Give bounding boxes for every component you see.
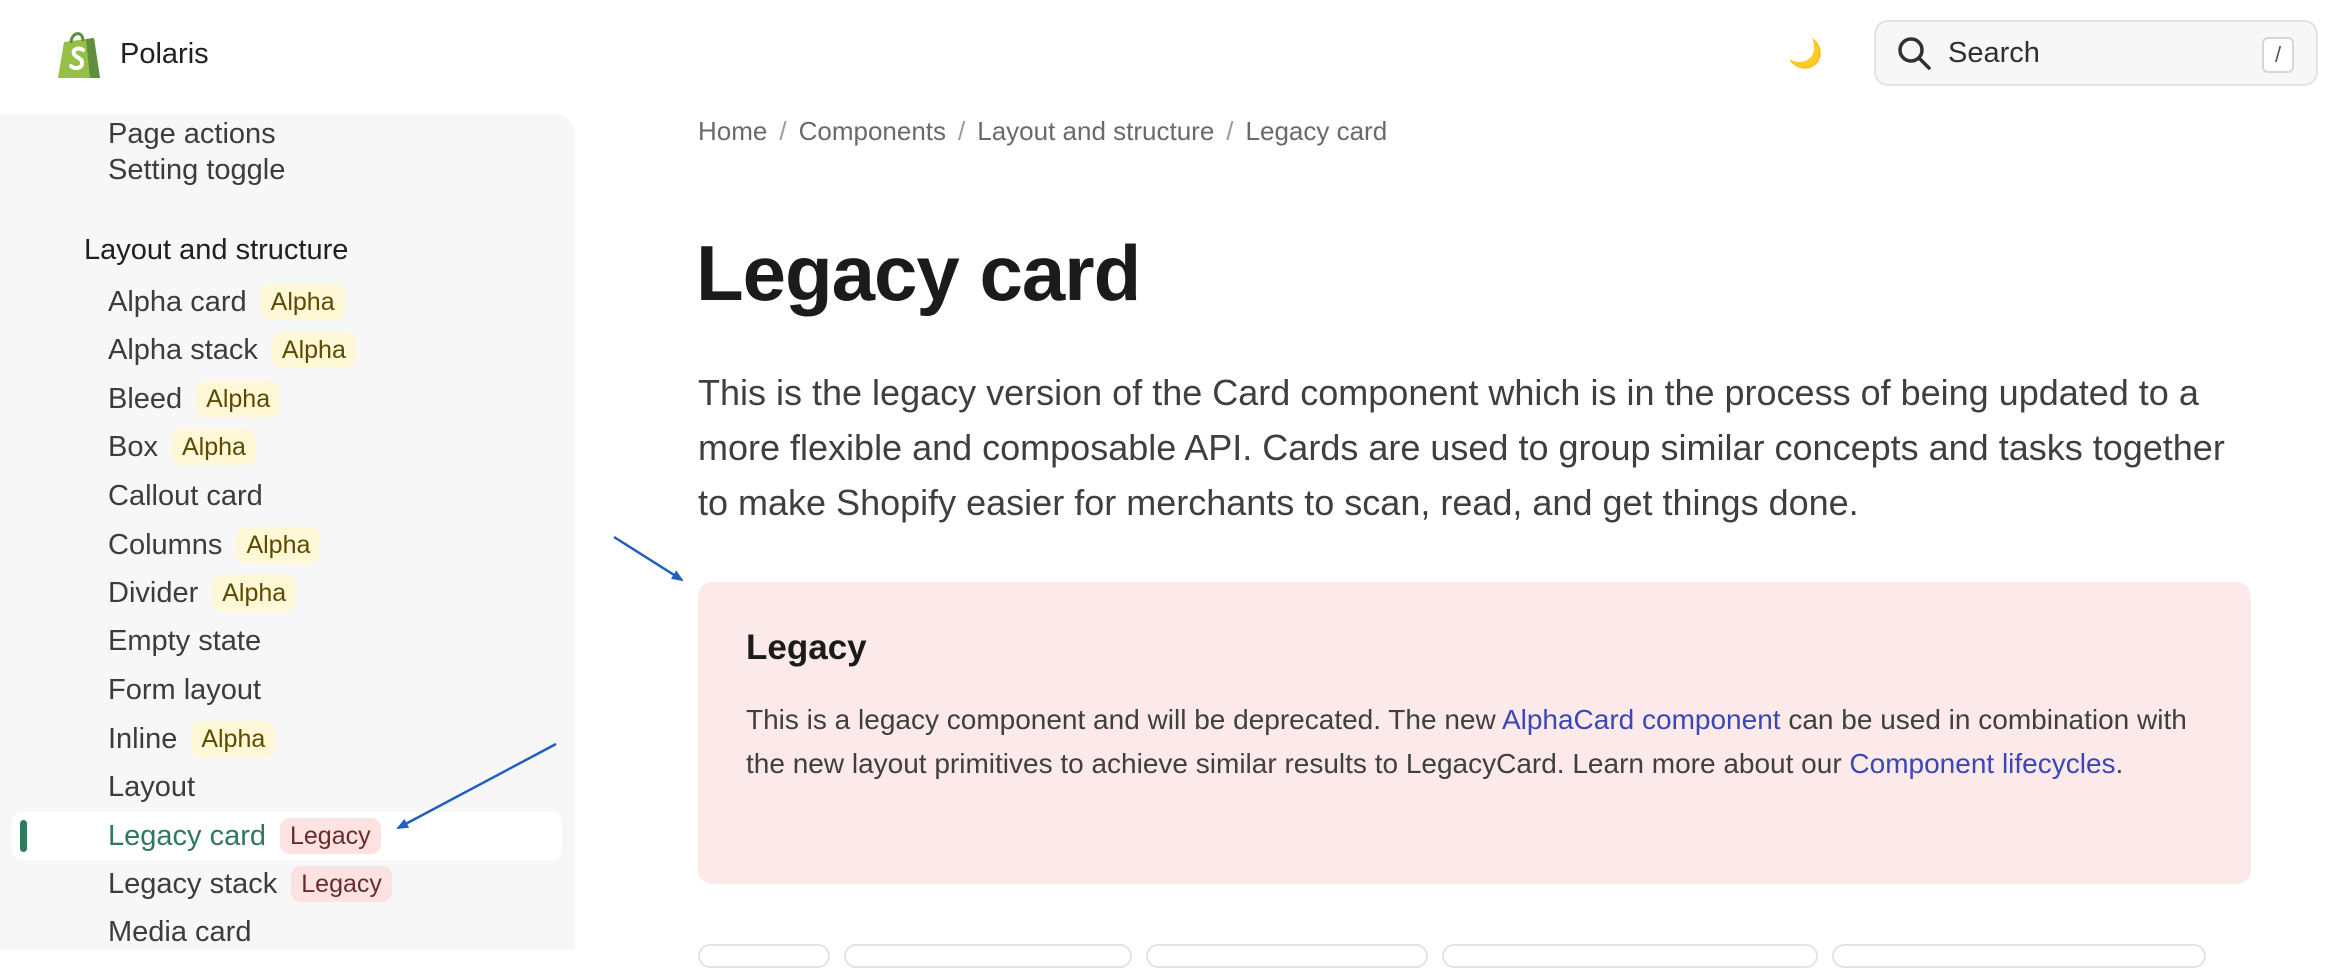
alpha-badge: Alpha (196, 381, 281, 417)
breadcrumb: Home / Components / Layout and structure… (698, 116, 1387, 147)
breadcrumb-current: Legacy card (1245, 116, 1388, 146)
sidebar-item-media-card[interactable]: Media card (108, 912, 251, 950)
top-header: Polaris 🌙 / (0, 0, 2326, 108)
example-tabs-row (698, 944, 2258, 968)
legacy-badge: Legacy (291, 866, 392, 902)
sidebar-item-label: Layout (108, 771, 196, 803)
page-intro: This is the legacy version of the Card c… (698, 372, 2225, 523)
alpha-badge: Alpha (191, 721, 276, 757)
sidebar-item-columns[interactable]: Columns Alpha (108, 525, 321, 565)
example-tab[interactable] (698, 944, 830, 968)
site-title: Polaris (120, 37, 209, 70)
sidebar-item-label: Divider (108, 577, 199, 609)
sidebar-item-empty-state[interactable]: Empty state (108, 621, 261, 661)
sidebar-group-layout-and-structure[interactable]: Layout and structure (84, 230, 348, 270)
example-tab[interactable] (1832, 944, 2206, 968)
sidebar-item-label: Columns (108, 529, 223, 561)
alphacard-component-link[interactable]: AlphaCard component (1502, 704, 1781, 735)
legacy-badge: Legacy (280, 818, 381, 854)
sidebar-item-label: Legacy stack (108, 868, 278, 900)
alpha-badge: Alpha (171, 429, 256, 465)
sidebar-nav: Page actions Setting toggle Layout and s… (0, 114, 575, 950)
search-input[interactable] (1946, 35, 2270, 71)
breadcrumb-separator: / (779, 116, 787, 146)
alpha-badge: Alpha (212, 575, 297, 611)
sidebar-item-page-actions[interactable]: Page actions (108, 114, 276, 154)
sidebar-item-label: Media card (108, 916, 252, 948)
sidebar-item-callout-card[interactable]: Callout card (108, 476, 263, 516)
shopify-bag-icon (58, 32, 100, 78)
search-box[interactable]: / (1874, 20, 2318, 86)
sidebar-item-bleed[interactable]: Bleed Alpha (108, 379, 281, 419)
alpha-badge: Alpha (271, 332, 356, 368)
example-tab[interactable] (844, 944, 1132, 968)
sidebar-item-legacy-stack[interactable]: Legacy stack Legacy (108, 864, 392, 904)
sidebar-item-label: Legacy card (108, 820, 266, 852)
callout-title: Legacy (746, 628, 867, 667)
sidebar-item-label: Alpha card (108, 286, 247, 318)
alpha-badge: Alpha (236, 527, 321, 563)
example-tab[interactable] (1146, 944, 1428, 968)
sidebar-item-label: Bleed (108, 383, 183, 415)
active-indicator (20, 820, 27, 852)
sidebar-item-label: Form layout (108, 674, 262, 706)
sidebar-item-label: Empty state (108, 625, 262, 657)
search-icon (1898, 37, 1931, 70)
legacy-callout: Legacy This is a legacy component and wi… (698, 582, 2251, 884)
page-title: Legacy card (696, 229, 1141, 317)
theme-toggle-button[interactable]: 🌙 (1788, 36, 1823, 72)
breadcrumb-home[interactable]: Home (698, 116, 767, 147)
breadcrumb-separator: / (958, 116, 966, 146)
sidebar-item-alpha-stack[interactable]: Alpha stack Alpha (108, 330, 356, 370)
sidebar-item-box[interactable]: Box Alpha (108, 427, 256, 467)
sidebar-item-label: Inline (108, 723, 178, 755)
breadcrumb-components[interactable]: Components (799, 116, 946, 147)
breadcrumb-layout-and-structure[interactable]: Layout and structure (977, 116, 1214, 147)
sidebar-item-label: Page actions (108, 118, 276, 150)
sidebar-item-label: Alpha stack (108, 334, 258, 366)
annotation-arrow (613, 535, 684, 582)
sidebar-item-form-layout[interactable]: Form layout (108, 670, 261, 710)
callout-text: . (2115, 748, 2124, 779)
sidebar-item-alpha-card[interactable]: Alpha card Alpha (108, 282, 345, 322)
sidebar-item-layout[interactable]: Layout (108, 767, 195, 807)
alpha-badge: Alpha (260, 284, 345, 320)
callout-text: This is a legacy component and will be d… (746, 704, 1502, 735)
sidebar-item-divider[interactable]: Divider Alpha (108, 573, 297, 613)
breadcrumb-separator: / (1226, 116, 1234, 146)
sidebar-item-label: Setting toggle (108, 154, 286, 186)
search-shortcut-key: / (2262, 37, 2294, 73)
sidebar-item-legacy-card[interactable]: Legacy card Legacy (108, 816, 381, 856)
sidebar-item-setting-toggle[interactable]: Setting toggle (108, 150, 285, 190)
sidebar-item-inline[interactable]: Inline Alpha (108, 719, 276, 759)
sidebar-item-label: Box (108, 431, 158, 463)
sidebar-item-label: Callout card (108, 480, 263, 512)
callout-body: This is a legacy component and will be d… (746, 698, 2206, 786)
example-tab[interactable] (1442, 944, 1818, 968)
component-lifecycles-link[interactable]: Component lifecycles (1849, 748, 2115, 779)
home-logo-link[interactable]: Polaris (56, 28, 209, 80)
moon-icon: 🌙 (1788, 38, 1823, 69)
